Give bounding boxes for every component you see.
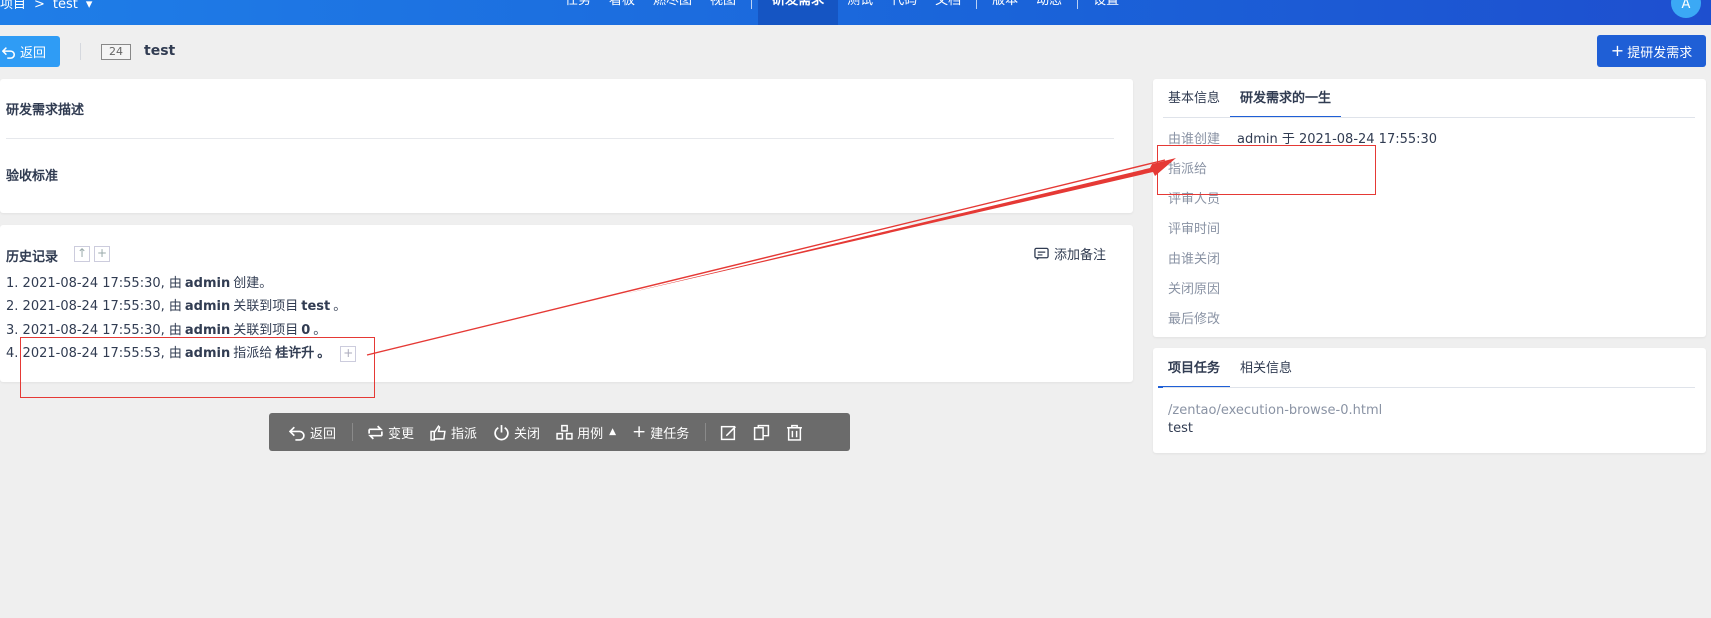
annotation-arrow-head <box>620 158 1176 295</box>
annotation-arrow <box>366 158 1176 356</box>
annotation-arrow-shaft-thin <box>366 159 1166 356</box>
